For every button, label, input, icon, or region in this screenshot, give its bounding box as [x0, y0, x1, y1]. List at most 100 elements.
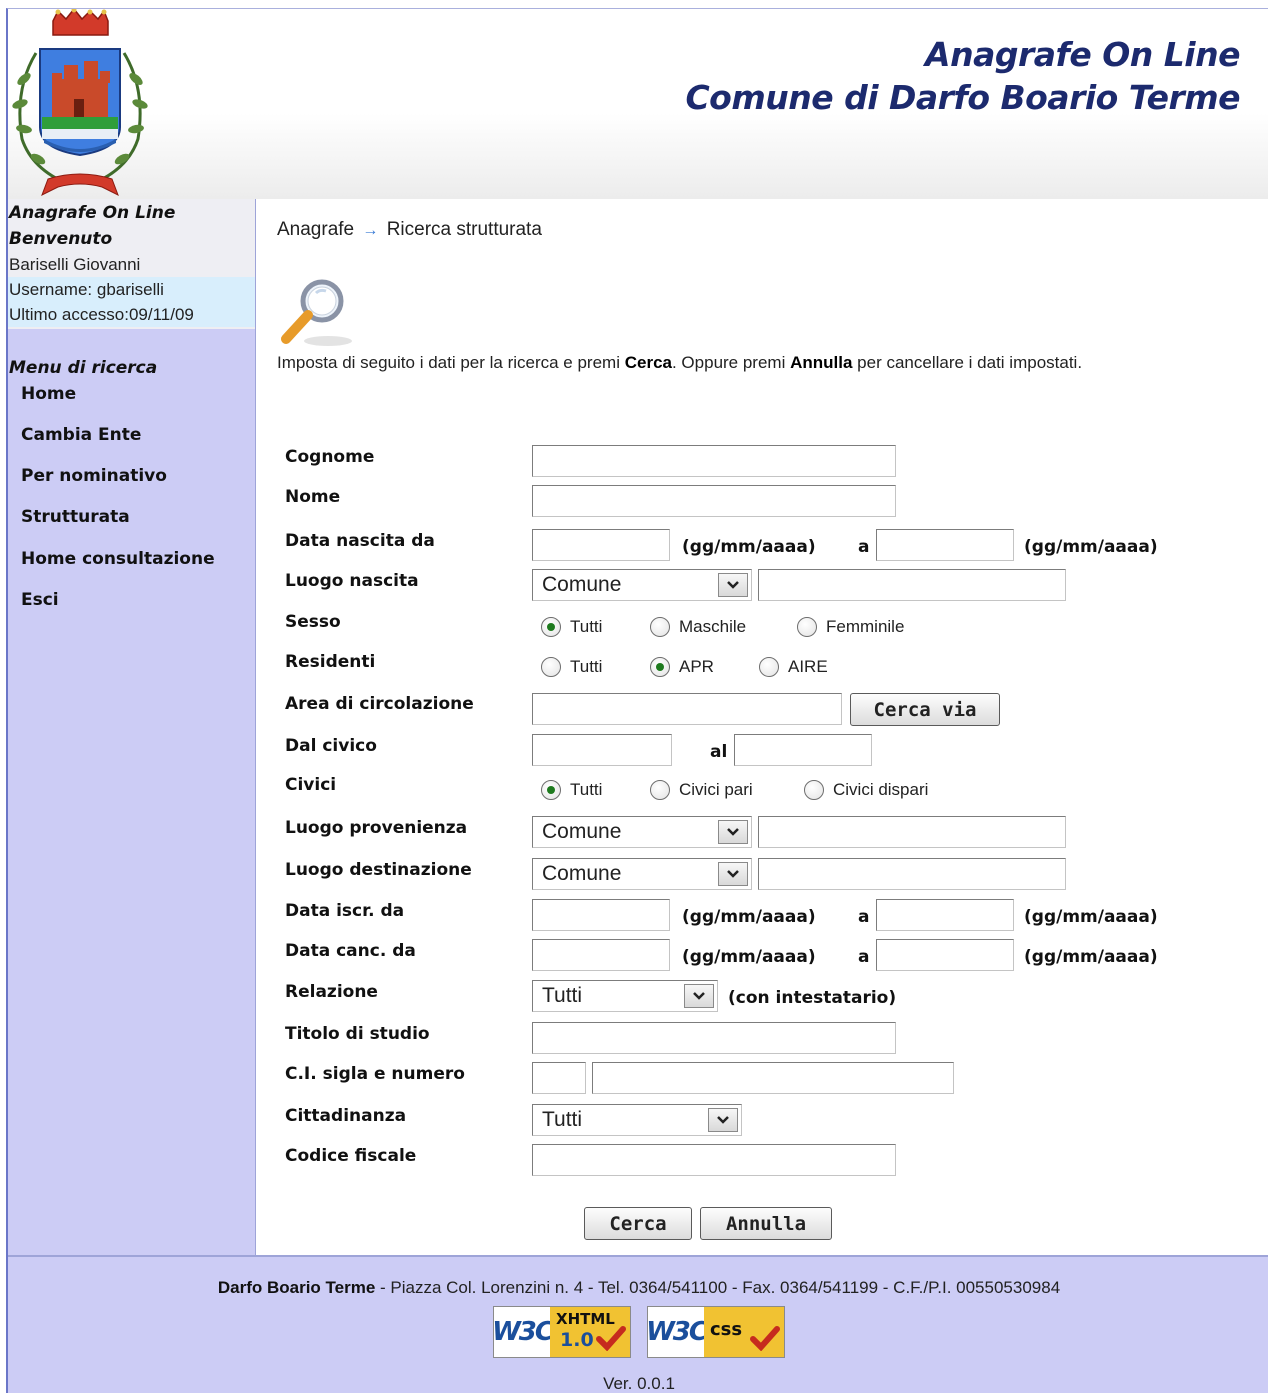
checkmark-icon	[750, 1326, 780, 1351]
site-title: Anagrafe On Line Comune di Darfo Boario …	[685, 33, 1240, 119]
breadcrumb: Anagrafe → Ricerca strutturata	[277, 219, 542, 241]
welcome-label: Benvenuto	[9, 229, 113, 249]
residenti-tutti-radio[interactable]: Tutti	[541, 657, 650, 677]
relazione-label: Relazione	[285, 982, 378, 1002]
footer-org: Darfo Boario Terme	[217, 1278, 376, 1297]
titolo-studio-input[interactable]	[532, 1022, 896, 1054]
residenti-aire-radio[interactable]: AIRE	[759, 657, 828, 677]
date-format-hint: (gg/mm/aaaa)	[682, 537, 816, 557]
cognome-input[interactable]	[532, 445, 896, 477]
dal-civico-label: Dal civico	[285, 736, 377, 756]
sidebar-item-home[interactable]: Home	[8, 383, 255, 424]
civico-from-input[interactable]	[532, 734, 672, 766]
radio-label: Tutti	[570, 780, 603, 799]
date-format-hint: (gg/mm/aaaa)	[682, 907, 816, 927]
radio-button-checked[interactable]	[541, 780, 561, 800]
data-nascita-to-input[interactable]	[876, 529, 1014, 561]
data-canc-from-input[interactable]	[532, 939, 670, 971]
residenti-label: Residenti	[285, 652, 376, 672]
select-value: Tutti	[542, 984, 583, 1007]
breadcrumb-root[interactable]: Anagrafe	[277, 219, 354, 240]
select-value: Tutti	[542, 1108, 583, 1131]
civici-dispari-radio[interactable]: Civici dispari	[804, 780, 928, 800]
luogo-provenienza-select[interactable]: Comune	[532, 816, 752, 848]
municipal-crest-logo	[12, 9, 148, 197]
cerca-button[interactable]: Cerca	[584, 1207, 692, 1240]
sidebar-item-per-nominativo[interactable]: Per nominativo	[8, 465, 255, 506]
page: Anagrafe On Line Comune di Darfo Boario …	[6, 8, 1268, 1393]
luogo-nascita-select[interactable]: Comune	[532, 569, 752, 601]
chevron-down-icon[interactable]	[708, 1108, 738, 1132]
chevron-down-icon[interactable]	[718, 862, 748, 886]
xhtml-badge-side: XHTML 1.0	[550, 1307, 630, 1357]
radio-button[interactable]	[797, 617, 817, 637]
con-intestatario-label: (con intestatario)	[728, 988, 897, 1008]
w3c-css-badge[interactable]: W3C css	[646, 1306, 785, 1358]
radio-button-checked[interactable]	[541, 617, 561, 637]
radio-button[interactable]	[804, 780, 824, 800]
radio-button[interactable]	[650, 780, 670, 800]
radio-button[interactable]	[759, 657, 779, 677]
select-value: Comune	[542, 573, 622, 596]
date-range-a-label: a	[858, 947, 870, 967]
cittadinanza-select[interactable]: Tutti	[532, 1104, 742, 1136]
sesso-tutti-radio[interactable]: Tutti	[541, 617, 650, 637]
radio-button[interactable]	[541, 657, 561, 677]
area-circolazione-input[interactable]	[532, 693, 842, 725]
radio-button[interactable]	[650, 617, 670, 637]
data-canc-to-input[interactable]	[876, 939, 1014, 971]
luogo-destinazione-label: Luogo destinazione	[285, 860, 472, 880]
data-canc-label: Data canc. da	[285, 941, 416, 961]
luogo-nascita-label: Luogo nascita	[285, 571, 419, 591]
instructions-part3: per cancellare i dati impostati.	[852, 353, 1083, 372]
titolo-studio-label: Titolo di studio	[285, 1024, 430, 1044]
chevron-down-icon[interactable]	[718, 820, 748, 844]
luogo-provenienza-label: Luogo provenienza	[285, 818, 468, 838]
codice-fiscale-input[interactable]	[532, 1144, 896, 1176]
ci-sigla-label: C.I. sigla e numero	[285, 1064, 465, 1084]
sidebar-item-home-consultazione[interactable]: Home consultazione	[8, 548, 255, 589]
chevron-down-icon[interactable]	[718, 573, 748, 597]
civici-pari-radio[interactable]: Civici pari	[650, 780, 804, 800]
civico-to-input[interactable]	[734, 734, 872, 766]
radio-label: APR	[679, 657, 714, 676]
checkmark-icon	[596, 1326, 626, 1351]
data-iscr-to-input[interactable]	[876, 899, 1014, 931]
xhtml-version: 1.0	[560, 1329, 594, 1351]
cognome-label: Cognome	[285, 447, 375, 467]
sidebar-item-cambia-ente[interactable]: Cambia Ente	[8, 424, 255, 465]
luogo-destinazione-select[interactable]: Comune	[532, 858, 752, 890]
sidebar-item-esci[interactable]: Esci	[8, 589, 255, 630]
luogo-destinazione-input[interactable]	[758, 858, 1066, 890]
main-content: Anagrafe → Ricerca strutturata Imposta d…	[258, 199, 1268, 1255]
date-format-hint: (gg/mm/aaaa)	[1024, 907, 1158, 927]
ci-sigla-input[interactable]	[532, 1062, 586, 1094]
annulla-button[interactable]: Annulla	[700, 1207, 832, 1240]
residenti-apr-radio[interactable]: APR	[650, 657, 759, 677]
luogo-nascita-input[interactable]	[758, 569, 1066, 601]
residenti-radio-group: Tutti APR AIRE	[541, 657, 828, 677]
sidebar-app-name: Anagrafe On Line	[9, 203, 176, 223]
data-iscr-from-input[interactable]	[532, 899, 670, 931]
sesso-maschile-radio[interactable]: Maschile	[650, 617, 797, 637]
data-nascita-from-input[interactable]	[532, 529, 670, 561]
cerca-via-button[interactable]: Cerca via	[850, 693, 1000, 726]
ci-numero-input[interactable]	[592, 1062, 954, 1094]
codice-fiscale-label: Codice fiscale	[285, 1146, 417, 1166]
w3c-xhtml-badge[interactable]: W3C XHTML 1.0	[492, 1306, 631, 1358]
civici-tutti-radio[interactable]: Tutti	[541, 780, 650, 800]
relazione-select[interactable]: Tutti	[532, 980, 718, 1012]
sidebar-item-strutturata[interactable]: Strutturata	[8, 506, 255, 548]
civici-radio-group: Tutti Civici pari Civici dispari	[541, 780, 928, 800]
sesso-femminile-radio[interactable]: Femminile	[797, 617, 904, 637]
luogo-provenienza-input[interactable]	[758, 816, 1066, 848]
username-label: Username: gbariselli	[8, 277, 255, 302]
nome-input[interactable]	[532, 485, 896, 517]
w3c-logo: W3C	[646, 1307, 708, 1357]
search-menu-title: Menu di ricerca	[9, 358, 158, 378]
css-badge-side: css	[704, 1307, 784, 1357]
chevron-down-icon[interactable]	[684, 984, 714, 1008]
radio-button-checked[interactable]	[650, 657, 670, 677]
header: Anagrafe On Line Comune di Darfo Boario …	[8, 9, 1268, 199]
select-value: Comune	[542, 820, 622, 843]
